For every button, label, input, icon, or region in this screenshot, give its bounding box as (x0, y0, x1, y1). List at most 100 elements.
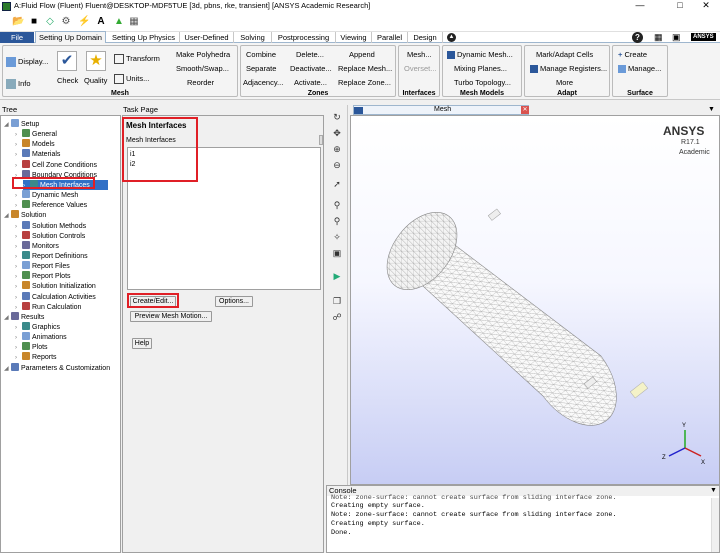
tree-item[interactable]: › Solution Methods (15, 220, 86, 231)
save-icon[interactable]: ■ (28, 16, 40, 28)
tab-postprocessing[interactable]: Postprocessing (272, 32, 336, 43)
make-polyhedra-button[interactable]: Make Polyhedra (176, 50, 230, 59)
tree-item[interactable]: › Plots (15, 342, 48, 352)
replace-zone-button[interactable]: Replace Zone... (338, 78, 391, 87)
overset-button[interactable]: Overset... (404, 64, 437, 73)
replace-mesh-button[interactable]: Replace Mesh... (338, 64, 392, 73)
up-arrow-icon[interactable]: ▲ (113, 16, 125, 28)
tree-item[interactable]: ◢ Parameters & Customization (4, 362, 110, 374)
turbo-topology-button[interactable]: Turbo Topology... (454, 78, 511, 87)
options-button[interactable]: Options... (215, 296, 253, 307)
interfaces-mesh-button[interactable]: Mesh... (407, 50, 432, 59)
window-menu-icon[interactable]: ▼ (708, 106, 715, 113)
lightning-icon[interactable]: ⚡ (78, 16, 90, 28)
tree-item[interactable]: › Run Calculation (15, 301, 81, 312)
mixing-planes-button[interactable]: Mixing Planes... (454, 64, 507, 73)
check-button[interactable]: Check (57, 76, 78, 85)
delete-button[interactable]: Delete... (296, 50, 324, 59)
minimize-button[interactable]: — (628, 0, 652, 10)
rotate-icon[interactable]: ↻ (331, 111, 343, 123)
view-cube-icon[interactable]: ▣ (331, 247, 343, 259)
expand-arrow-icon[interactable]: ◢ (4, 313, 11, 323)
tree-item[interactable]: › Reference Values (15, 200, 87, 210)
console-menu-icon[interactable]: ▼ (710, 487, 717, 494)
display-button[interactable]: Display... (6, 57, 48, 68)
zoom-in-icon[interactable]: ⊕ (331, 143, 343, 155)
close-button[interactable]: ✕ (694, 0, 718, 11)
tree-item[interactable]: › Solution Controls (15, 230, 85, 241)
tree-item[interactable]: › General (15, 129, 57, 139)
separate-button[interactable]: Separate (246, 64, 276, 73)
tree-item[interactable]: › Graphics (15, 322, 60, 332)
tree-item[interactable]: › Report Files (15, 261, 70, 271)
tree-item[interactable]: › Report Definitions (15, 250, 88, 261)
create-surface-button[interactable]: + Create (618, 50, 647, 59)
manage-surface-button[interactable]: Manage... (618, 64, 661, 74)
console-scrollbar[interactable] (711, 498, 719, 552)
axes-icon[interactable]: ✧ (331, 231, 343, 243)
copy-view-icon[interactable]: ❐ (331, 295, 343, 307)
copy-icon[interactable]: ◇ (44, 16, 56, 28)
mesh-window-tab[interactable]: Mesh ✕ (353, 105, 529, 115)
more-button[interactable]: More (556, 78, 573, 87)
tree-item[interactable]: › Monitors (15, 240, 59, 251)
combine-button[interactable]: Combine (246, 50, 276, 59)
animate-icon[interactable]: ▶ (331, 270, 343, 282)
maximize-button[interactable]: □ (668, 0, 692, 10)
link-icon[interactable]: ☍ (331, 311, 343, 323)
tree-item[interactable]: ◢ Setup (4, 119, 39, 129)
tab-parallel[interactable]: Parallel (372, 32, 408, 43)
tab-setting-up-physics[interactable]: Setting Up Physics (108, 32, 180, 43)
tree-item[interactable]: › Reports (15, 352, 57, 362)
tree-item[interactable]: › Report Plots (15, 271, 71, 281)
manage-registers-button[interactable]: Manage Registers... (530, 64, 607, 74)
tree-item[interactable]: ◢ Results (4, 311, 44, 323)
tab-solving[interactable]: Solving (234, 32, 272, 43)
tree-item[interactable]: › Dynamic Mesh (15, 190, 78, 200)
tab-setting-up-domain[interactable]: Setting Up Domain (35, 31, 106, 43)
preview-mesh-motion-button[interactable]: Preview Mesh Motion... (130, 311, 212, 322)
layout-grid-icon[interactable]: ▦ (654, 32, 663, 43)
collapse-ribbon-icon[interactable]: ▲ (447, 33, 456, 42)
expand-arrow-icon[interactable]: ◢ (4, 364, 11, 374)
adjacency-button[interactable]: Adjacency... (243, 78, 283, 87)
zoom-box-icon[interactable]: ⚲ (331, 215, 343, 227)
close-tab-icon[interactable]: ✕ (521, 106, 529, 114)
tree-item[interactable]: › Models (15, 139, 55, 149)
layout-icon[interactable]: ▦ (128, 16, 140, 28)
settings-icon[interactable]: ⚙ (60, 16, 72, 28)
help-button[interactable]: Help (132, 338, 152, 349)
info-button[interactable]: Info (6, 79, 31, 90)
smooth-swap-button[interactable]: Smooth/Swap... (176, 64, 229, 73)
expand-arrow-icon[interactable]: ◢ (4, 211, 11, 221)
append-button[interactable]: Append (349, 50, 375, 59)
deactivate-button[interactable]: Deactivate... (290, 64, 332, 73)
tree-item[interactable]: ◢ Solution (4, 210, 46, 220)
tree-item[interactable]: › Materials (15, 149, 60, 159)
console-panel[interactable]: Console ▼ Note: zone-surface: cannot cre… (326, 485, 720, 553)
tree-item[interactable]: › Cell Zone Conditions (15, 159, 97, 170)
view-icon[interactable]: ▣ (672, 32, 681, 43)
transform-button[interactable]: Transform (114, 54, 160, 65)
help-icon[interactable]: ? (632, 32, 643, 43)
tab-file[interactable]: File (0, 32, 34, 43)
tab-user-defined[interactable]: User-Defined (180, 32, 234, 43)
probe-icon[interactable]: ➚ (331, 178, 343, 190)
fit-icon[interactable]: ⚲ (331, 199, 343, 211)
units-button[interactable]: Units... (114, 74, 149, 85)
quality-button[interactable]: Quality (84, 76, 107, 85)
activate-button[interactable]: Activate... (294, 78, 327, 87)
open-icon[interactable]: 📂 (12, 16, 24, 28)
pan-icon[interactable]: ✥ (331, 127, 343, 139)
tree-item[interactable]: › Calculation Activities (15, 291, 96, 302)
expand-arrow-icon[interactable]: ◢ (4, 120, 11, 130)
tree-item[interactable]: › Animations (15, 332, 67, 342)
mark-adapt-cells-button[interactable]: Mark/Adapt Cells (536, 50, 593, 59)
ansys-a-icon[interactable]: A (95, 16, 107, 28)
reorder-button[interactable]: Reorder (187, 78, 214, 87)
dynamic-mesh-button[interactable]: Dynamic Mesh... (447, 50, 513, 60)
graphics-window[interactable]: ANSYS R17.1 Academic Y Z X (350, 115, 720, 485)
zoom-out-icon[interactable]: ⊖ (331, 159, 343, 171)
tab-design[interactable]: Design (408, 32, 443, 43)
tab-viewing[interactable]: Viewing (336, 32, 372, 43)
